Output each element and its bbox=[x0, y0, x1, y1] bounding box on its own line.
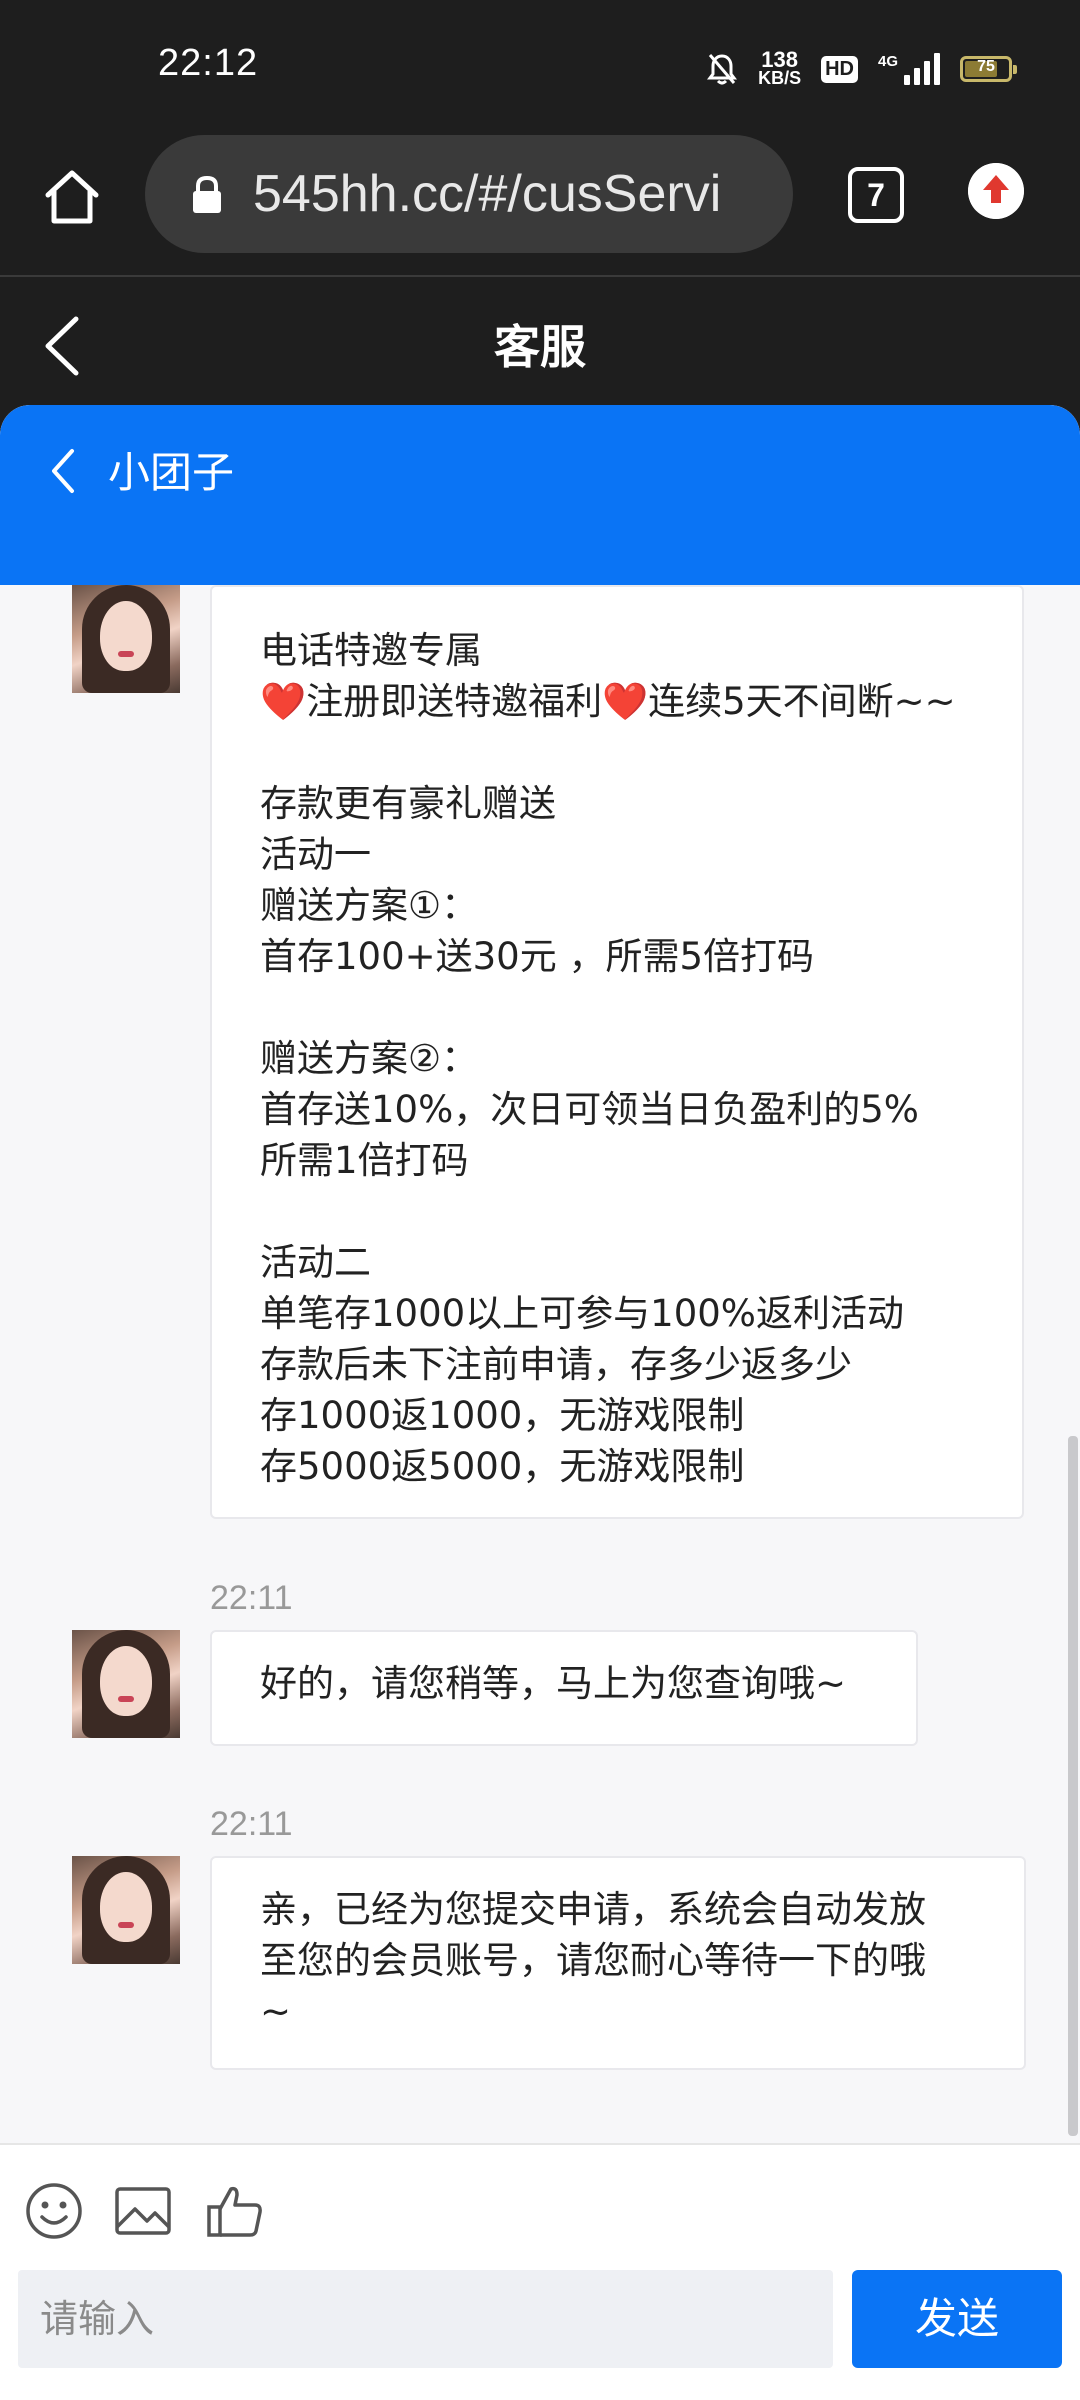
hd-badge: HD bbox=[821, 55, 858, 83]
mute-bell-icon bbox=[707, 54, 738, 85]
chat-back-icon[interactable] bbox=[48, 445, 78, 497]
status-icons: 138 KB/S HD 4G 75 bbox=[706, 44, 1017, 94]
thumbs-up-icon[interactable] bbox=[205, 2181, 265, 2241]
home-icon[interactable] bbox=[40, 165, 104, 229]
upload-icon[interactable] bbox=[968, 163, 1024, 219]
network-type: 4G bbox=[877, 53, 898, 70]
address-bar[interactable]: 545hh.cc/#/cusServi bbox=[145, 135, 793, 253]
lock-icon bbox=[193, 175, 221, 213]
status-bar: 22:12 138 KB/S HD 4G 75 bbox=[0, 0, 1080, 125]
signal-strength-icon: 4G bbox=[878, 53, 940, 85]
message-bubble: 好的，请您稍等，马上为您查询哦~ bbox=[210, 1630, 918, 1746]
network-speed-unit: KB/S bbox=[758, 68, 802, 88]
message-bubble: 电话特邀专属 ❤️注册即送特邀福利❤️连续5天不间断~~ 存款更有豪礼赠送 活动… bbox=[210, 585, 1024, 1519]
battery-level: 75 bbox=[977, 58, 995, 75]
composer: 发送 bbox=[0, 2143, 1080, 2400]
network-speed-value: 138 bbox=[761, 47, 798, 72]
agent-avatar bbox=[72, 585, 180, 693]
page-title: 客服 bbox=[494, 320, 586, 374]
emoji-icon[interactable] bbox=[24, 2181, 84, 2241]
chat-header: 小团子 bbox=[0, 405, 1080, 585]
url-text: 545hh.cc/#/cusServi bbox=[253, 165, 722, 223]
message-bubble: 亲，已经为您提交申请，系统会自动发放 至您的会员账号，请您耐心等待一下的哦 ~ bbox=[210, 1856, 1026, 2070]
chat-panel: 小团子 电话特邀专属 ❤️注册即送特邀福利❤️连续5天不间断~~ 存款更有豪礼赠… bbox=[0, 405, 1080, 2400]
agent-name: 小团子 bbox=[108, 448, 235, 497]
page-header: 客服 bbox=[0, 277, 1080, 405]
network-speed: 138 KB/S bbox=[758, 47, 802, 88]
message-input[interactable] bbox=[18, 2270, 833, 2368]
status-time: 22:12 bbox=[158, 42, 259, 84]
agent-avatar bbox=[72, 1630, 180, 1738]
battery-icon: 75 bbox=[960, 56, 1017, 82]
message-list[interactable]: 电话特邀专属 ❤️注册即送特邀福利❤️连续5天不间断~~ 存款更有豪礼赠送 活动… bbox=[0, 585, 1080, 2145]
tab-switcher-button[interactable]: 7 bbox=[848, 167, 904, 223]
image-icon[interactable] bbox=[113, 2181, 173, 2241]
agent-avatar bbox=[72, 1856, 180, 1964]
message-timestamp: 22:11 bbox=[210, 1805, 293, 1843]
scrollbar[interactable] bbox=[1068, 1436, 1078, 2136]
browser-toolbar: 545hh.cc/#/cusServi 7 bbox=[0, 125, 1080, 277]
message-timestamp: 22:11 bbox=[210, 1579, 293, 1617]
send-button[interactable]: 发送 bbox=[852, 2270, 1062, 2368]
